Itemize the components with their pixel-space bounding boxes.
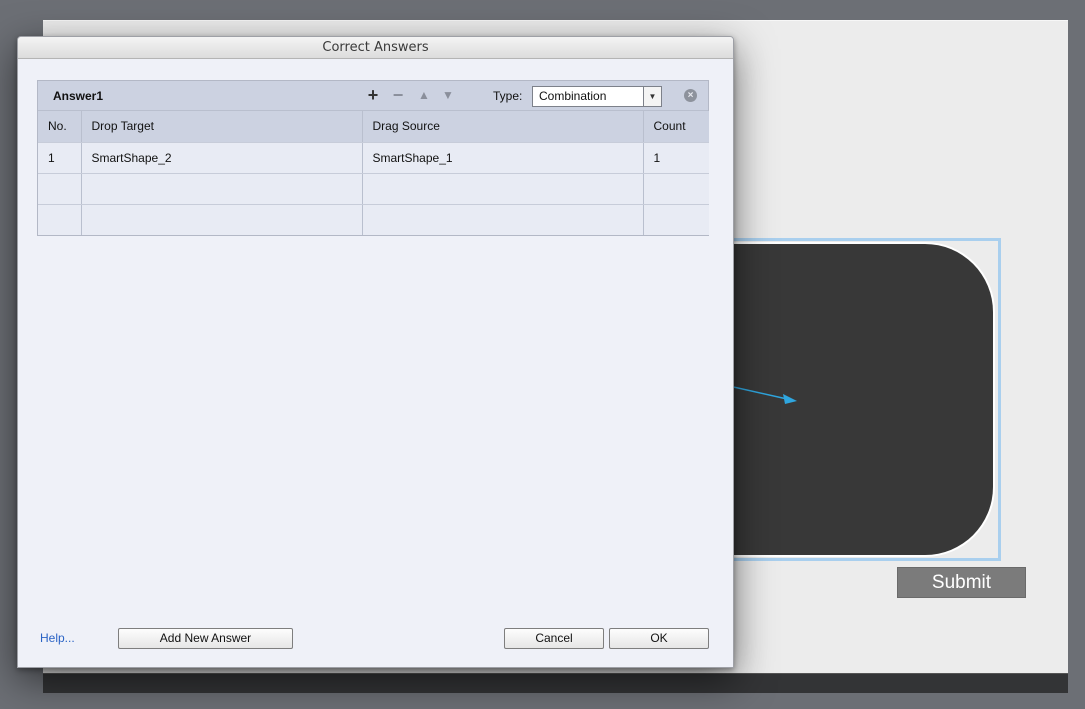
table-row[interactable] [38, 204, 709, 235]
cell-no[interactable]: 1 [38, 142, 82, 174]
minus-icon[interactable]: − [391, 86, 405, 104]
table-row[interactable]: 1 SmartShape_2 SmartShape_1 1 [38, 142, 709, 174]
cell-drop-target[interactable] [81, 173, 363, 205]
column-header-no[interactable]: No. [38, 111, 82, 143]
cancel-button[interactable]: Cancel [504, 628, 604, 649]
submit-button[interactable]: Submit [897, 567, 1026, 598]
chevron-down-icon[interactable]: ▼ [643, 87, 661, 106]
cell-no[interactable] [38, 204, 82, 235]
arrow-up-icon[interactable]: ▲ [417, 88, 431, 102]
arrow-down-icon[interactable]: ▼ [441, 88, 455, 102]
answer-name: Answer1 [53, 89, 104, 103]
cell-no[interactable] [38, 173, 82, 205]
answer-panel: Answer1 + − ▲ ▼ Type: Combination ▼ × No… [37, 80, 709, 236]
column-header-drag-source[interactable]: Drag Source [362, 111, 644, 143]
type-select-value: Combination [539, 89, 607, 103]
ok-button[interactable]: OK [609, 628, 709, 649]
column-header-drop-target[interactable]: Drop Target [81, 111, 363, 143]
answer-panel-header: Answer1 + − ▲ ▼ Type: Combination ▼ × [38, 81, 708, 111]
add-new-answer-button[interactable]: Add New Answer [118, 628, 293, 649]
help-link[interactable]: Help... [40, 631, 75, 645]
connector-arrow [729, 385, 797, 404]
plus-icon[interactable]: + [366, 86, 380, 104]
stage-bottom-bar [43, 673, 1068, 693]
cell-drag-source[interactable]: SmartShape_1 [362, 142, 644, 174]
cell-drag-source[interactable] [362, 204, 644, 235]
cell-drop-target[interactable] [81, 204, 363, 235]
cell-drop-target[interactable]: SmartShape_2 [81, 142, 363, 174]
cell-count[interactable] [643, 173, 709, 205]
type-select[interactable]: Combination ▼ [532, 86, 662, 107]
answers-table: No. Drop Target Drag Source Count 1 Smar… [38, 111, 709, 235]
table-header-row: No. Drop Target Drag Source Count [38, 111, 709, 143]
table-row[interactable] [38, 173, 709, 205]
correct-answers-dialog: Correct Answers Answer1 + − ▲ ▼ Type: Co… [17, 36, 734, 668]
cell-drag-source[interactable] [362, 173, 644, 205]
dialog-title: Correct Answers [18, 37, 733, 59]
type-label: Type: [493, 89, 523, 103]
column-header-count[interactable]: Count [643, 111, 709, 143]
cell-count[interactable] [643, 204, 709, 235]
cell-count[interactable]: 1 [643, 142, 709, 174]
close-icon[interactable]: × [684, 89, 697, 102]
